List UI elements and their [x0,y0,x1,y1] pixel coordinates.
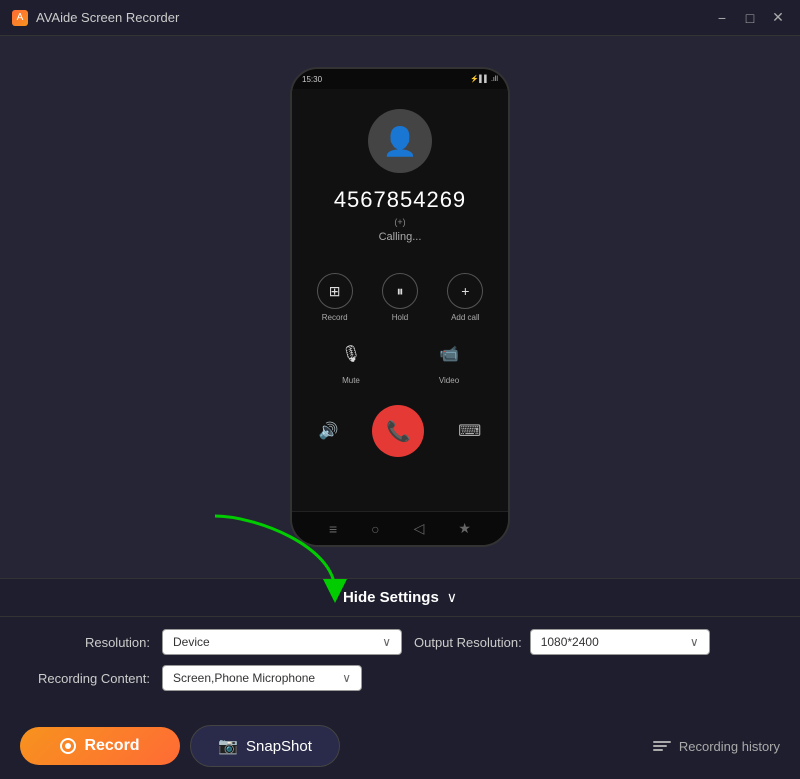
maximize-button[interactable]: □ [740,8,760,28]
output-row: Output Resolution: 1080*2400 ∨ [414,629,710,655]
end-call-icon: 📞 [386,419,411,444]
phone-preview-area: 15:30 ⚡▌▌ .ıll 👤 4567854269 (+) Calling.… [0,36,800,578]
snapshot-button-label: SnapShot [246,738,312,755]
history-line-2 [653,745,667,747]
call-controls: ⊞ Record ⏸ Hold + Add call [302,273,498,457]
mute-ctrl-btn[interactable]: 🎙 Mute [333,336,369,385]
window-controls: − □ ✕ [712,8,788,28]
record-ctrl-label: Record [322,313,348,322]
hide-settings-label: Hide Settings [343,589,439,606]
snapshot-button[interactable]: 📷 SnapShot [190,725,340,767]
phone-subtext: (+) [394,217,405,227]
action-bar: Record 📷 SnapShot Recording history [0,717,800,779]
nav-menu-icon[interactable]: ≡ [329,521,337,537]
hold-ctrl-icon: ⏸ [382,273,418,309]
status-right: ⚡▌▌ .ıll [470,75,498,83]
nav-recent-icon[interactable]: ★ [458,520,471,537]
recording-content-label: Recording Content: [20,671,150,686]
speaker-ctrl[interactable]: 🔊 [319,421,339,441]
record-button-label: Record [84,737,139,755]
hide-settings-bar[interactable]: Hide Settings ∨ [0,578,800,616]
settings-row-2: Recording Content: Screen,Phone Micropho… [20,665,780,691]
addcall-ctrl-icon: + [447,273,483,309]
record-dot-inner [65,743,71,749]
status-left: 15:30 [302,75,322,84]
keypad-ctrl[interactable]: ⌨ [458,421,481,441]
settings-row-1: Resolution: Device ∨ Output Resolution: … [20,629,780,655]
output-resolution-label: Output Resolution: [414,635,522,650]
phone-frame: 15:30 ⚡▌▌ .ıll 👤 4567854269 (+) Calling.… [290,67,510,547]
output-chevron-icon: ∨ [690,635,699,649]
end-call-button[interactable]: 📞 [372,405,424,457]
phone-status-bar: 15:30 ⚡▌▌ .ıll [292,69,508,89]
minimize-button[interactable]: − [712,8,732,28]
main-content: 15:30 ⚡▌▌ .ıll 👤 4567854269 (+) Calling.… [0,36,800,779]
speaker-icon: 🔊 [319,421,339,441]
nav-home-icon[interactable]: ○ [371,521,379,537]
keypad-icon: ⌨ [458,421,481,441]
record-button[interactable]: Record [20,727,180,765]
status-icons: ⚡▌▌ .ıll [470,75,498,83]
hold-ctrl-label: Hold [392,313,408,322]
phone-nav-bar: ≡ ○ ◁ ★ [292,511,508,545]
phone-content: 👤 4567854269 (+) Calling... ⊞ Record ⏸ [292,89,508,511]
addcall-ctrl-btn[interactable]: + Add call [447,273,483,322]
history-line-3 [653,749,663,751]
hold-ctrl-btn[interactable]: ⏸ Hold [382,273,418,322]
recording-history-label: Recording history [679,739,780,754]
recording-content-value: Screen,Phone Microphone [173,671,315,685]
recording-content-select[interactable]: Screen,Phone Microphone ∨ [162,665,362,691]
controls-row-2: 🎙 Mute 📹 Video [302,336,498,385]
title-bar: A AVAide Screen Recorder − □ ✕ [0,0,800,36]
output-resolution-select[interactable]: 1080*2400 ∨ [530,629,710,655]
camera-icon: 📷 [218,736,238,756]
close-button[interactable]: ✕ [768,8,788,28]
mute-ctrl-icon: 🎙 [333,336,369,372]
app-icon: A [12,10,28,26]
avatar-person-icon: 👤 [383,125,418,158]
nav-back-icon[interactable]: ◁ [414,520,425,537]
calling-status: Calling... [379,231,422,243]
resolution-select[interactable]: Device ∨ [162,629,402,655]
video-ctrl-btn[interactable]: 📹 Video [431,336,467,385]
mute-ctrl-label: Mute [342,376,360,385]
app-title: AVAide Screen Recorder [36,10,179,25]
video-ctrl-icon: 📹 [431,336,467,372]
resolution-value: Device [173,635,210,649]
recording-history-icon [653,741,671,751]
resolution-label: Resolution: [20,635,150,650]
controls-row-1: ⊞ Record ⏸ Hold + Add call [302,273,498,322]
record-ctrl-btn[interactable]: ⊞ Record [317,273,353,322]
video-ctrl-label: Video [439,376,459,385]
action-buttons: Record 📷 SnapShot [20,725,340,767]
hide-settings-chevron-icon: ∨ [447,589,457,606]
contact-avatar: 👤 [368,109,432,173]
output-resolution-value: 1080*2400 [541,635,599,649]
recording-history-button[interactable]: Recording history [653,739,780,754]
history-line-1 [653,741,671,743]
content-chevron-icon: ∨ [342,671,351,685]
status-time: 15:30 [302,75,322,84]
settings-panel: Resolution: Device ∨ Output Resolution: … [0,616,800,717]
end-call-row: 🔊 📞 ⌨ [302,405,498,457]
record-ctrl-icon: ⊞ [317,273,353,309]
addcall-ctrl-label: Add call [451,313,479,322]
record-dot-icon [60,738,76,754]
resolution-chevron-icon: ∨ [382,635,391,649]
phone-number: 4567854269 [334,187,466,213]
